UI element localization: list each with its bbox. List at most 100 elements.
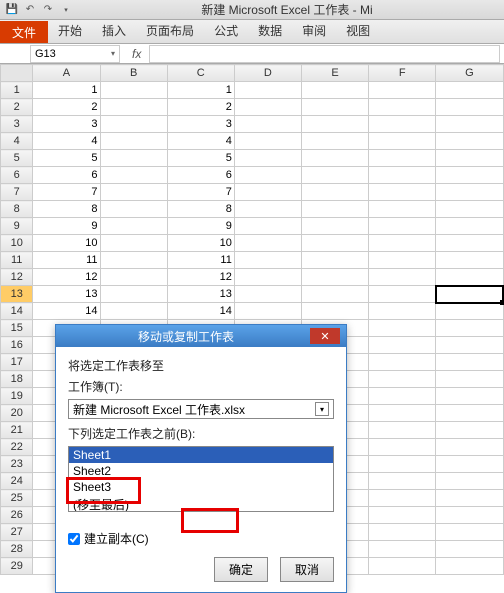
cell[interactable]: 1 bbox=[33, 82, 100, 99]
cell[interactable] bbox=[436, 371, 503, 388]
col-header-c[interactable]: C bbox=[167, 65, 234, 82]
row-header[interactable]: 28 bbox=[1, 541, 33, 558]
list-item[interactable]: (移至最后) bbox=[69, 495, 333, 512]
sheet-list[interactable]: Sheet1 Sheet2 Sheet3 (移至最后) bbox=[68, 446, 334, 512]
cell[interactable] bbox=[436, 337, 503, 354]
cell[interactable]: 12 bbox=[167, 269, 234, 286]
file-tab[interactable]: 文件 bbox=[0, 21, 48, 43]
cell[interactable] bbox=[369, 286, 436, 303]
cell[interactable]: 7 bbox=[167, 184, 234, 201]
row-header[interactable]: 11 bbox=[1, 252, 33, 269]
cell[interactable] bbox=[234, 150, 301, 167]
row-header[interactable]: 14 bbox=[1, 303, 33, 320]
cell[interactable] bbox=[369, 201, 436, 218]
cell[interactable] bbox=[100, 116, 167, 133]
cell[interactable] bbox=[234, 184, 301, 201]
row-header[interactable]: 7 bbox=[1, 184, 33, 201]
cell[interactable] bbox=[436, 541, 503, 558]
cell[interactable]: 6 bbox=[167, 167, 234, 184]
cell[interactable] bbox=[369, 269, 436, 286]
cell[interactable]: 8 bbox=[33, 201, 100, 218]
cell[interactable] bbox=[100, 167, 167, 184]
cell[interactable]: 13 bbox=[167, 286, 234, 303]
row-header[interactable]: 29 bbox=[1, 558, 33, 575]
cell[interactable] bbox=[369, 82, 436, 99]
cell[interactable] bbox=[100, 99, 167, 116]
row-header[interactable]: 19 bbox=[1, 388, 33, 405]
cell[interactable] bbox=[436, 524, 503, 541]
cell[interactable] bbox=[234, 235, 301, 252]
col-header-e[interactable]: E bbox=[301, 65, 368, 82]
cell[interactable] bbox=[100, 184, 167, 201]
cell[interactable] bbox=[234, 133, 301, 150]
cell[interactable] bbox=[369, 456, 436, 473]
cell[interactable] bbox=[369, 490, 436, 507]
cell[interactable]: 3 bbox=[167, 116, 234, 133]
cell[interactable] bbox=[100, 82, 167, 99]
cell[interactable] bbox=[301, 269, 368, 286]
cell[interactable] bbox=[436, 150, 503, 167]
cell[interactable]: 14 bbox=[167, 303, 234, 320]
tab-view[interactable]: 视图 bbox=[336, 18, 380, 43]
cell[interactable] bbox=[436, 269, 503, 286]
cancel-button[interactable]: 取消 bbox=[280, 557, 334, 582]
cell[interactable] bbox=[301, 167, 368, 184]
col-header-a[interactable]: A bbox=[33, 65, 100, 82]
row-header[interactable]: 13 bbox=[1, 286, 33, 303]
cell[interactable] bbox=[301, 133, 368, 150]
cell[interactable] bbox=[234, 286, 301, 303]
cell[interactable] bbox=[234, 82, 301, 99]
cell[interactable] bbox=[100, 286, 167, 303]
cell[interactable] bbox=[436, 184, 503, 201]
col-header-d[interactable]: D bbox=[234, 65, 301, 82]
row-header[interactable]: 27 bbox=[1, 524, 33, 541]
row-header[interactable]: 5 bbox=[1, 150, 33, 167]
row-header[interactable]: 12 bbox=[1, 269, 33, 286]
qat-dropdown-icon[interactable]: ▾ bbox=[58, 2, 74, 18]
cell[interactable] bbox=[301, 82, 368, 99]
tab-formulas[interactable]: 公式 bbox=[204, 18, 248, 43]
col-header-f[interactable]: F bbox=[369, 65, 436, 82]
row-header[interactable]: 25 bbox=[1, 490, 33, 507]
cell[interactable] bbox=[436, 201, 503, 218]
cell[interactable] bbox=[301, 218, 368, 235]
cell[interactable]: 4 bbox=[167, 133, 234, 150]
cell[interactable]: 3 bbox=[33, 116, 100, 133]
cell[interactable] bbox=[436, 354, 503, 371]
undo-icon[interactable]: ↶ bbox=[22, 2, 38, 18]
cell[interactable] bbox=[436, 286, 503, 303]
cell[interactable] bbox=[369, 473, 436, 490]
cell[interactable]: 10 bbox=[33, 235, 100, 252]
cell[interactable]: 14 bbox=[33, 303, 100, 320]
redo-icon[interactable]: ↷ bbox=[40, 2, 56, 18]
cell[interactable] bbox=[436, 167, 503, 184]
cell[interactable] bbox=[100, 303, 167, 320]
cell[interactable] bbox=[369, 235, 436, 252]
row-header[interactable]: 1 bbox=[1, 82, 33, 99]
cell[interactable] bbox=[100, 269, 167, 286]
row-header[interactable]: 2 bbox=[1, 99, 33, 116]
cell[interactable] bbox=[436, 252, 503, 269]
cell[interactable] bbox=[436, 133, 503, 150]
cell[interactable] bbox=[436, 422, 503, 439]
close-icon[interactable]: ✕ bbox=[310, 328, 340, 344]
row-header[interactable]: 22 bbox=[1, 439, 33, 456]
cell[interactable] bbox=[369, 388, 436, 405]
chevron-down-icon[interactable]: ▾ bbox=[315, 402, 329, 416]
cell[interactable] bbox=[369, 99, 436, 116]
cell[interactable]: 10 bbox=[167, 235, 234, 252]
cell[interactable] bbox=[234, 303, 301, 320]
cell[interactable] bbox=[369, 507, 436, 524]
row-header[interactable]: 24 bbox=[1, 473, 33, 490]
cell[interactable] bbox=[436, 320, 503, 337]
save-icon[interactable]: 💾 bbox=[4, 2, 20, 18]
row-header[interactable]: 20 bbox=[1, 405, 33, 422]
list-item[interactable]: Sheet1 bbox=[69, 447, 333, 463]
cell[interactable] bbox=[436, 235, 503, 252]
cell[interactable]: 2 bbox=[167, 99, 234, 116]
cell[interactable] bbox=[436, 558, 503, 575]
cell[interactable] bbox=[436, 388, 503, 405]
cell[interactable] bbox=[436, 405, 503, 422]
cell[interactable] bbox=[301, 201, 368, 218]
cell[interactable] bbox=[436, 99, 503, 116]
